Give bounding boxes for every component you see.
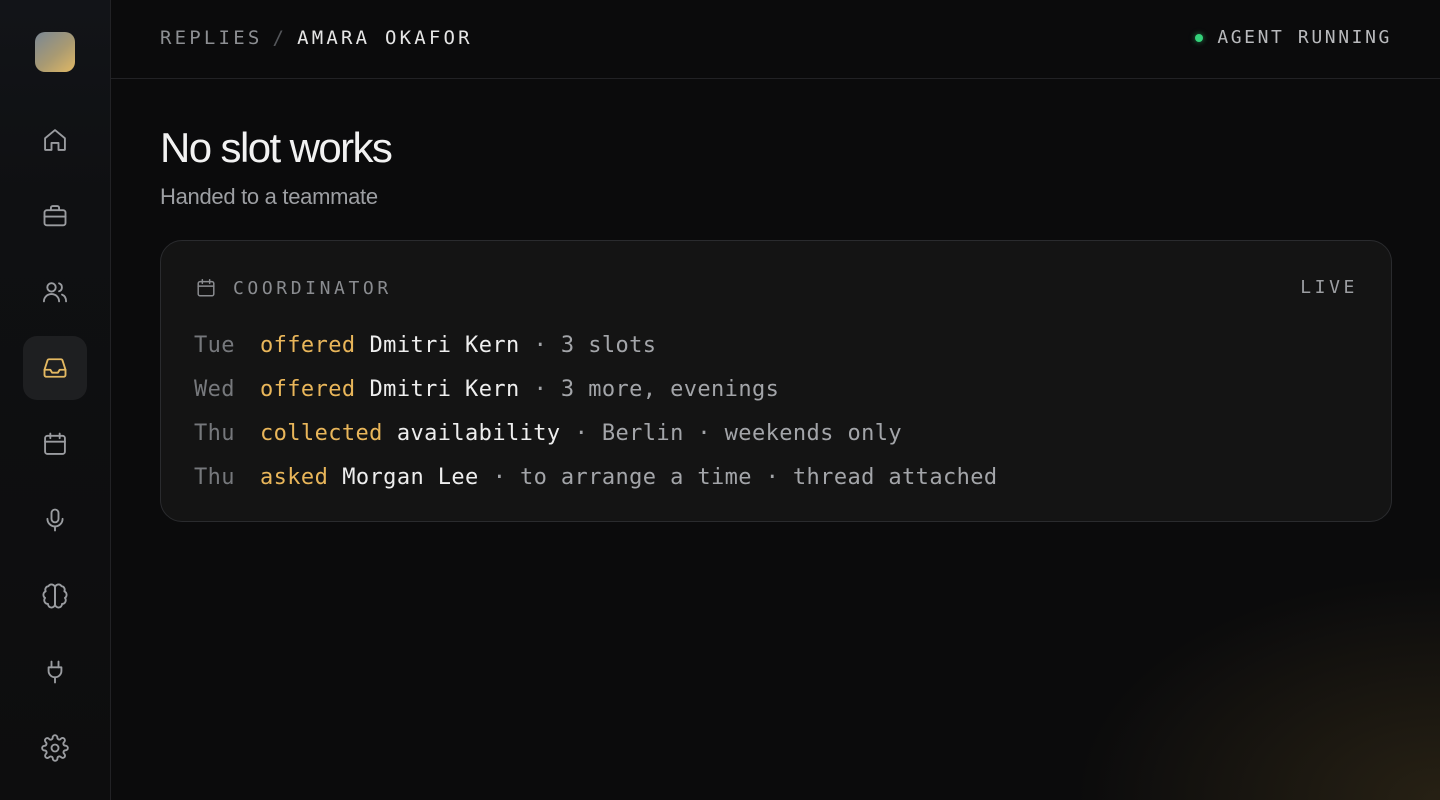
live-badge: LIVE [1300,277,1358,298]
page-subtitle: Handed to a teammate [160,184,378,209]
event-verb: offered [260,332,356,358]
nav-candidates[interactable] [23,260,87,324]
topbar: REPLIES / AMARA OKAFOR AGENT RUNNING [111,0,1440,79]
event-detail: · 3 slots [533,332,657,358]
nav-integrations[interactable] [23,640,87,704]
breadcrumb-parent-link[interactable]: REPLIES [160,27,262,49]
event-row: Wed offered Dmitri Kern · 3 more, evenin… [194,367,998,411]
agent-status: AGENT RUNNING [1195,27,1392,48]
breadcrumb-separator: / [272,27,288,49]
event-detail: · to arrange a time · thread attached [492,464,998,490]
event-subject: Dmitri Kern [369,376,520,402]
event-day: Thu [194,464,235,490]
breadcrumb-current: AMARA OKAFOR [297,27,473,49]
plug-icon [47,660,63,684]
brain-icon [42,583,68,609]
nav-home[interactable] [23,108,87,172]
event-verb: asked [260,464,329,490]
event-day: Thu [194,420,235,446]
gear-icon [41,734,69,762]
users-icon [42,282,68,303]
nav-voice[interactable] [23,488,87,552]
nav-calendar[interactable] [23,412,87,476]
calendar-icon [197,279,215,297]
event-row: Tue offered Dmitri Kern · 3 slots [194,323,998,367]
main-panel: REPLIES / AMARA OKAFOR AGENT RUNNING No sl… [111,0,1440,800]
home-icon [44,129,66,151]
status-dot-icon [1195,33,1204,42]
coordinator-card: COORDINATOR LIVE Tue offered Dmitri Kern… [160,240,1392,522]
page-title: No slot works [160,124,393,171]
inbox-icon [43,358,67,378]
event-detail: · Berlin · weekends only [574,420,903,446]
calendar-icon [44,432,66,455]
event-list: Tue offered Dmitri Kern · 3 slots Wed of… [194,323,998,499]
microphone-icon [46,508,64,532]
event-subject: availability [396,420,561,446]
event-row: Thu collected availability · Berlin · we… [194,411,998,455]
status-label: AGENT RUNNING [1217,27,1392,48]
event-subject: Dmitri Kern [369,332,520,358]
card-label-text: COORDINATOR [233,277,392,299]
event-verb: collected [260,420,383,446]
nav-jobs[interactable] [23,184,87,248]
sidebar [0,0,111,800]
nav-intelligence[interactable] [23,564,87,628]
app-root: REPLIES / AMARA OKAFOR AGENT RUNNING No sl… [0,0,1440,800]
nav-settings[interactable] [23,716,87,780]
event-subject: Morgan Lee [342,464,479,490]
breadcrumb: REPLIES / AMARA OKAFOR [160,27,473,49]
app-logo[interactable] [35,32,75,72]
event-verb: offered [260,376,356,402]
briefcase-icon [43,205,67,227]
event-row: Thu asked Morgan Lee · to arrange a time… [194,455,998,499]
event-day: Tue [194,332,235,358]
event-detail: · 3 more, evenings [533,376,780,402]
nav-replies[interactable] [23,336,87,400]
event-day: Wed [194,376,235,402]
card-label: COORDINATOR [195,277,392,299]
